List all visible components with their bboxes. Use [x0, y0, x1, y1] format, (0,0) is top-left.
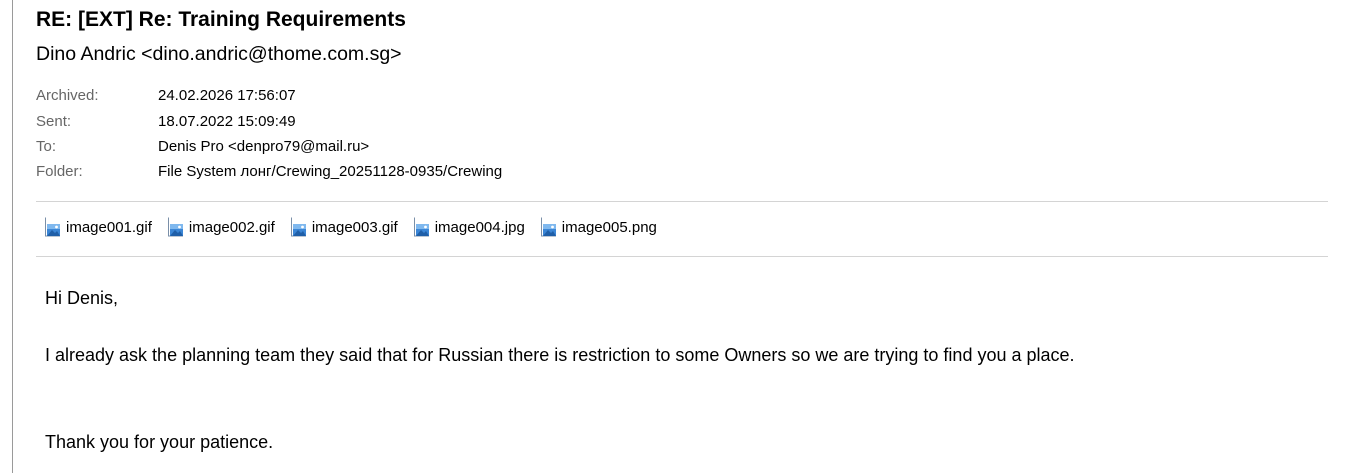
attachment-name: image004.jpg [434, 218, 525, 236]
attachment-name: image002.gif [188, 218, 275, 236]
email-sender[interactable]: Dino Andric <dino.andric@thome.com.sg> [36, 43, 402, 66]
image-file-icon [45, 217, 60, 237]
email-body-greeting: Hi Denis, [45, 288, 119, 308]
pane-border [12, 0, 13, 473]
archived-value: 24.02.2026 17:56:07 [158, 87, 296, 104]
email-subject: RE: [EXT] Re: Training Requirements [36, 8, 406, 31]
sent-value: 18.07.2022 15:09:49 [158, 113, 296, 130]
attachment-name: image005.png [561, 218, 657, 236]
attachment-item[interactable]: image002.gif [167, 217, 275, 237]
to-label: To: [36, 138, 57, 155]
attachments-divider-top [36, 201, 1328, 202]
image-file-icon [413, 217, 429, 237]
folder-value: File System лонг/Crewing_20251128-0935/C… [158, 163, 503, 180]
email-body-closing: Thank you for your patience. [45, 432, 274, 452]
image-file-icon [540, 217, 556, 237]
attachment-item[interactable]: image001.gif [44, 217, 152, 237]
attachment-item[interactable]: image003.gif [290, 217, 398, 237]
to-value[interactable]: Denis Pro <denpro79@mail.ru> [158, 138, 369, 155]
attachment-item[interactable]: image004.jpg [413, 217, 525, 237]
attachment-name: image001.gif [66, 218, 152, 236]
attachment-name: image003.gif [311, 218, 398, 236]
image-file-icon [290, 217, 306, 237]
attachments-divider-bottom [36, 256, 1328, 257]
sent-label: Sent: [36, 113, 72, 130]
image-file-icon [167, 217, 183, 237]
email-body-paragraph: I already ask the planning team they sai… [45, 345, 1075, 365]
archived-label: Archived: [36, 87, 99, 104]
folder-label: Folder: [36, 163, 83, 180]
attachments-bar: image001.gif image002.gif image003.gif i… [44, 217, 672, 237]
attachment-item[interactable]: image005.png [540, 217, 657, 237]
email-reading-pane: RE: [EXT] Re: Training Requirements Dino… [0, 0, 1353, 473]
